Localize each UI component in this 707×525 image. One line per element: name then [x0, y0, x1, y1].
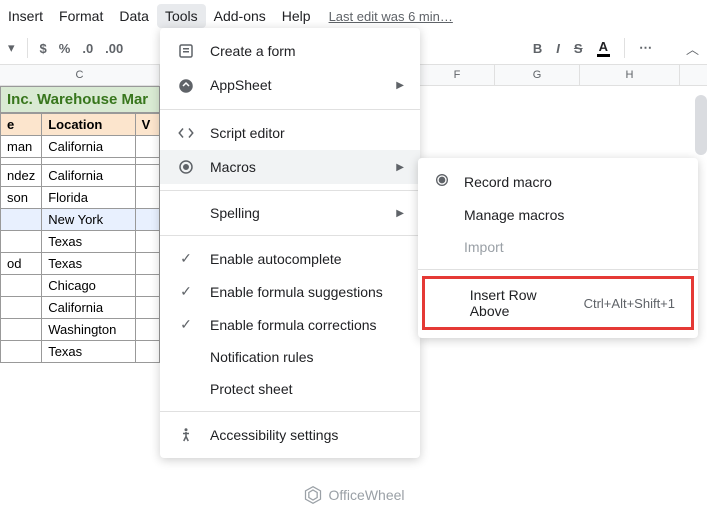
submenu-label: Insert Row Above — [470, 287, 572, 319]
table-row-selected[interactable]: New York — [1, 209, 160, 231]
submenu-label: Import — [464, 239, 504, 255]
menu-appsheet[interactable]: AppSheet ▶ — [160, 68, 420, 102]
menu-label: AppSheet — [210, 77, 272, 93]
col-header-f[interactable]: F — [420, 65, 495, 85]
separator — [160, 190, 420, 191]
bold-button[interactable]: B — [533, 41, 542, 56]
watermark-text: OfficeWheel — [329, 487, 405, 503]
menu-label: Protect sheet — [210, 381, 293, 397]
macros-icon — [176, 158, 196, 176]
appsheet-icon — [176, 76, 196, 94]
vertical-scrollbar[interactable] — [695, 95, 707, 155]
accessibility-icon — [176, 426, 196, 444]
table-row[interactable]: odTexas — [1, 253, 160, 275]
submenu-import: Import — [418, 231, 698, 263]
menu-addons[interactable]: Add-ons — [206, 4, 274, 28]
tools-menu-dropdown: Create a form AppSheet ▶ Script editor M… — [160, 28, 420, 458]
submenu-arrow-icon: ▶ — [396, 208, 404, 219]
menu-spelling[interactable]: Spelling ▶ — [160, 197, 420, 229]
menu-notification-rules[interactable]: Notification rules — [160, 341, 420, 373]
table-row[interactable]: Chicago — [1, 275, 160, 297]
separator — [624, 38, 625, 58]
data-table: e Location V manCalifornia ndezCaliforni… — [0, 113, 160, 363]
submenu-label: Manage macros — [464, 207, 564, 223]
form-icon — [176, 42, 196, 60]
script-icon — [176, 124, 196, 142]
menu-enable-autocomplete[interactable]: ✓ Enable autocomplete — [160, 242, 420, 275]
strikethrough-button[interactable]: S — [574, 41, 583, 56]
menu-label: Notification rules — [210, 349, 314, 365]
menu-help[interactable]: Help — [274, 4, 319, 28]
table-row[interactable] — [1, 158, 160, 165]
submenu-insert-row-above[interactable]: Insert Row Above Ctrl+Alt+Shift+1 — [425, 279, 691, 327]
menu-enable-formula-suggestions[interactable]: ✓ Enable formula suggestions — [160, 275, 420, 308]
separator — [160, 411, 420, 412]
italic-button[interactable]: I — [556, 41, 560, 56]
table-row[interactable]: sonFlorida — [1, 187, 160, 209]
table-row[interactable]: Texas — [1, 341, 160, 363]
table-row[interactable]: ndezCalifornia — [1, 165, 160, 187]
logo-icon — [303, 485, 323, 505]
menu-accessibility[interactable]: Accessibility settings — [160, 418, 420, 452]
menu-label: Create a form — [210, 43, 296, 59]
menu-label: Script editor — [210, 125, 285, 141]
menu-label: Macros — [210, 159, 256, 175]
menu-tools[interactable]: Tools — [157, 4, 206, 28]
menu-label: Enable formula corrections — [210, 317, 377, 333]
table-row[interactable]: Washington — [1, 319, 160, 341]
submenu-label: Record macro — [464, 174, 552, 190]
text-color-button[interactable]: A — [597, 39, 610, 57]
check-icon: ✓ — [176, 316, 196, 333]
submenu-record-macro[interactable]: Record macro — [418, 164, 698, 199]
col-header-h[interactable]: H — [580, 65, 680, 85]
collapse-toolbar-icon[interactable]: ︿ — [686, 39, 699, 58]
col-header-g[interactable]: G — [495, 65, 580, 85]
submenu-arrow-icon: ▶ — [396, 162, 404, 173]
record-icon — [434, 172, 452, 191]
macros-submenu: Record macro Manage macros Import Insert… — [418, 158, 698, 338]
menu-create-form[interactable]: Create a form — [160, 34, 420, 68]
separator — [418, 269, 698, 270]
increase-decimal-button[interactable]: .00 — [105, 41, 123, 56]
submenu-arrow-icon: ▶ — [396, 80, 404, 91]
col-header-c[interactable]: C — [0, 65, 160, 85]
decrease-decimal-button[interactable]: .0 — [82, 41, 93, 56]
menu-macros[interactable]: Macros ▶ — [160, 150, 420, 184]
menu-data[interactable]: Data — [111, 4, 157, 28]
menu-insert[interactable]: Insert — [0, 4, 51, 28]
last-edit-link[interactable]: Last edit was 6 min… — [329, 9, 453, 24]
percent-button[interactable]: % — [59, 41, 71, 56]
menu-enable-formula-corrections[interactable]: ✓ Enable formula corrections — [160, 308, 420, 341]
menu-protect-sheet[interactable]: Protect sheet — [160, 373, 420, 405]
header-cell[interactable]: Location — [42, 114, 135, 136]
check-icon: ✓ — [176, 283, 196, 300]
menu-label: Enable formula suggestions — [210, 284, 383, 300]
separator — [160, 109, 420, 110]
separator — [160, 235, 420, 236]
sheet-title-cell[interactable]: Inc. Warehouse Mar — [0, 86, 160, 113]
check-icon: ✓ — [176, 250, 196, 267]
toolbar-dropdown-icon[interactable]: ▾ — [8, 40, 15, 56]
table-row[interactable]: Texas — [1, 231, 160, 253]
currency-button[interactable]: $ — [40, 41, 47, 56]
table-header-row: e Location V — [1, 114, 160, 136]
submenu-manage-macros[interactable]: Manage macros — [418, 199, 698, 231]
header-cell[interactable]: e — [1, 114, 42, 136]
menu-label: Accessibility settings — [210, 427, 338, 443]
keyboard-shortcut: Ctrl+Alt+Shift+1 — [584, 296, 675, 311]
table-row[interactable]: California — [1, 297, 160, 319]
header-cell[interactable]: V — [135, 114, 159, 136]
watermark: OfficeWheel — [303, 485, 405, 505]
separator — [27, 38, 28, 58]
table-row[interactable]: manCalifornia — [1, 136, 160, 158]
menu-label: Spelling — [210, 205, 260, 221]
menu-label: Enable autocomplete — [210, 251, 342, 267]
menu-script-editor[interactable]: Script editor — [160, 116, 420, 150]
highlighted-annotation: Insert Row Above Ctrl+Alt+Shift+1 — [422, 276, 694, 330]
menu-format[interactable]: Format — [51, 4, 111, 28]
more-button[interactable]: ⋯ — [639, 40, 652, 56]
